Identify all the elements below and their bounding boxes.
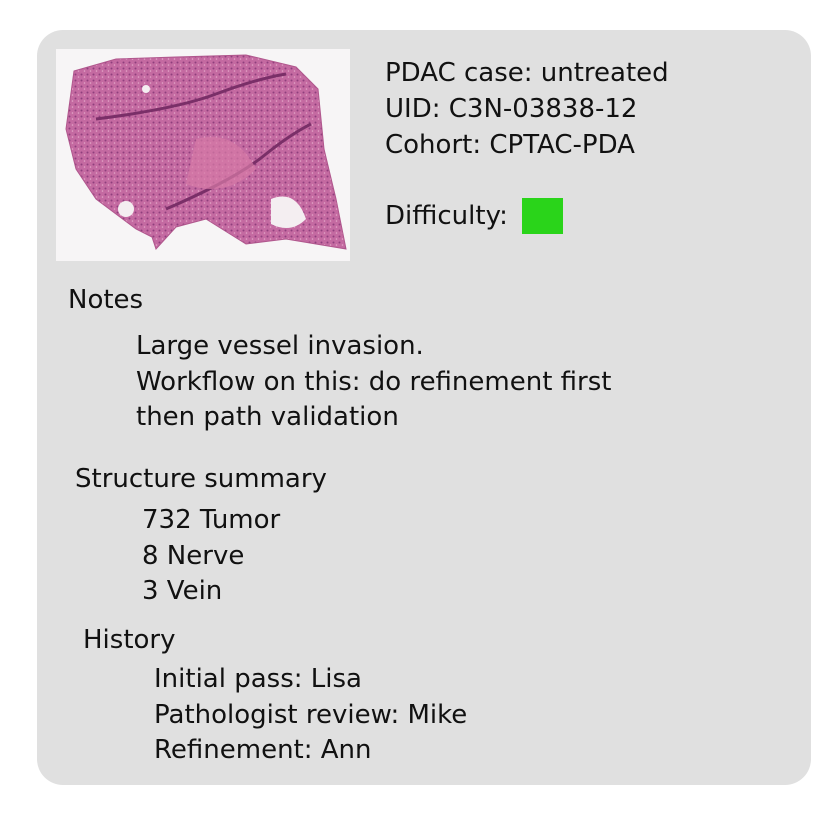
history-item: Pathologist review: Mike [154, 699, 468, 730]
tissue-slide-icon [65, 54, 347, 250]
history-heading: History [83, 625, 176, 655]
notes-line: Large vessel invasion. [136, 331, 424, 361]
case-uid: UID: C3N-03838-12 [385, 94, 638, 124]
notes-body: Large vessel invasion. Workflow on this:… [136, 329, 611, 436]
difficulty-row: Difficulty: [385, 198, 669, 234]
notes-line: then path validation [136, 402, 399, 432]
difficulty-indicator [521, 198, 563, 234]
structure-item: 3 Vein [142, 576, 223, 606]
structure-summary-heading: Structure summary [75, 464, 327, 494]
history-list: Initial pass: Lisa Pathologist review: M… [154, 662, 467, 769]
case-title: PDAC case: untreated [385, 58, 669, 88]
structure-summary-list: 732 Tumor 8 Nerve 3 Vein [142, 503, 280, 610]
case-info: PDAC case: untreated UID: C3N-03838-12 C… [385, 55, 669, 234]
notes-heading: Notes [68, 285, 144, 315]
history-item: Initial pass: Lisa [154, 664, 362, 694]
structure-item: 732 Tumor [142, 505, 281, 535]
notes-line: Workflow on this: do refinement first [136, 366, 612, 397]
difficulty-label: Difficulty: [385, 201, 508, 231]
history-item: Refinement: Ann [154, 735, 372, 765]
slide-thumbnail[interactable] [56, 49, 350, 261]
case-cohort: Cohort: CPTAC-PDA [385, 130, 635, 160]
structure-item: 8 Nerve [142, 540, 245, 571]
